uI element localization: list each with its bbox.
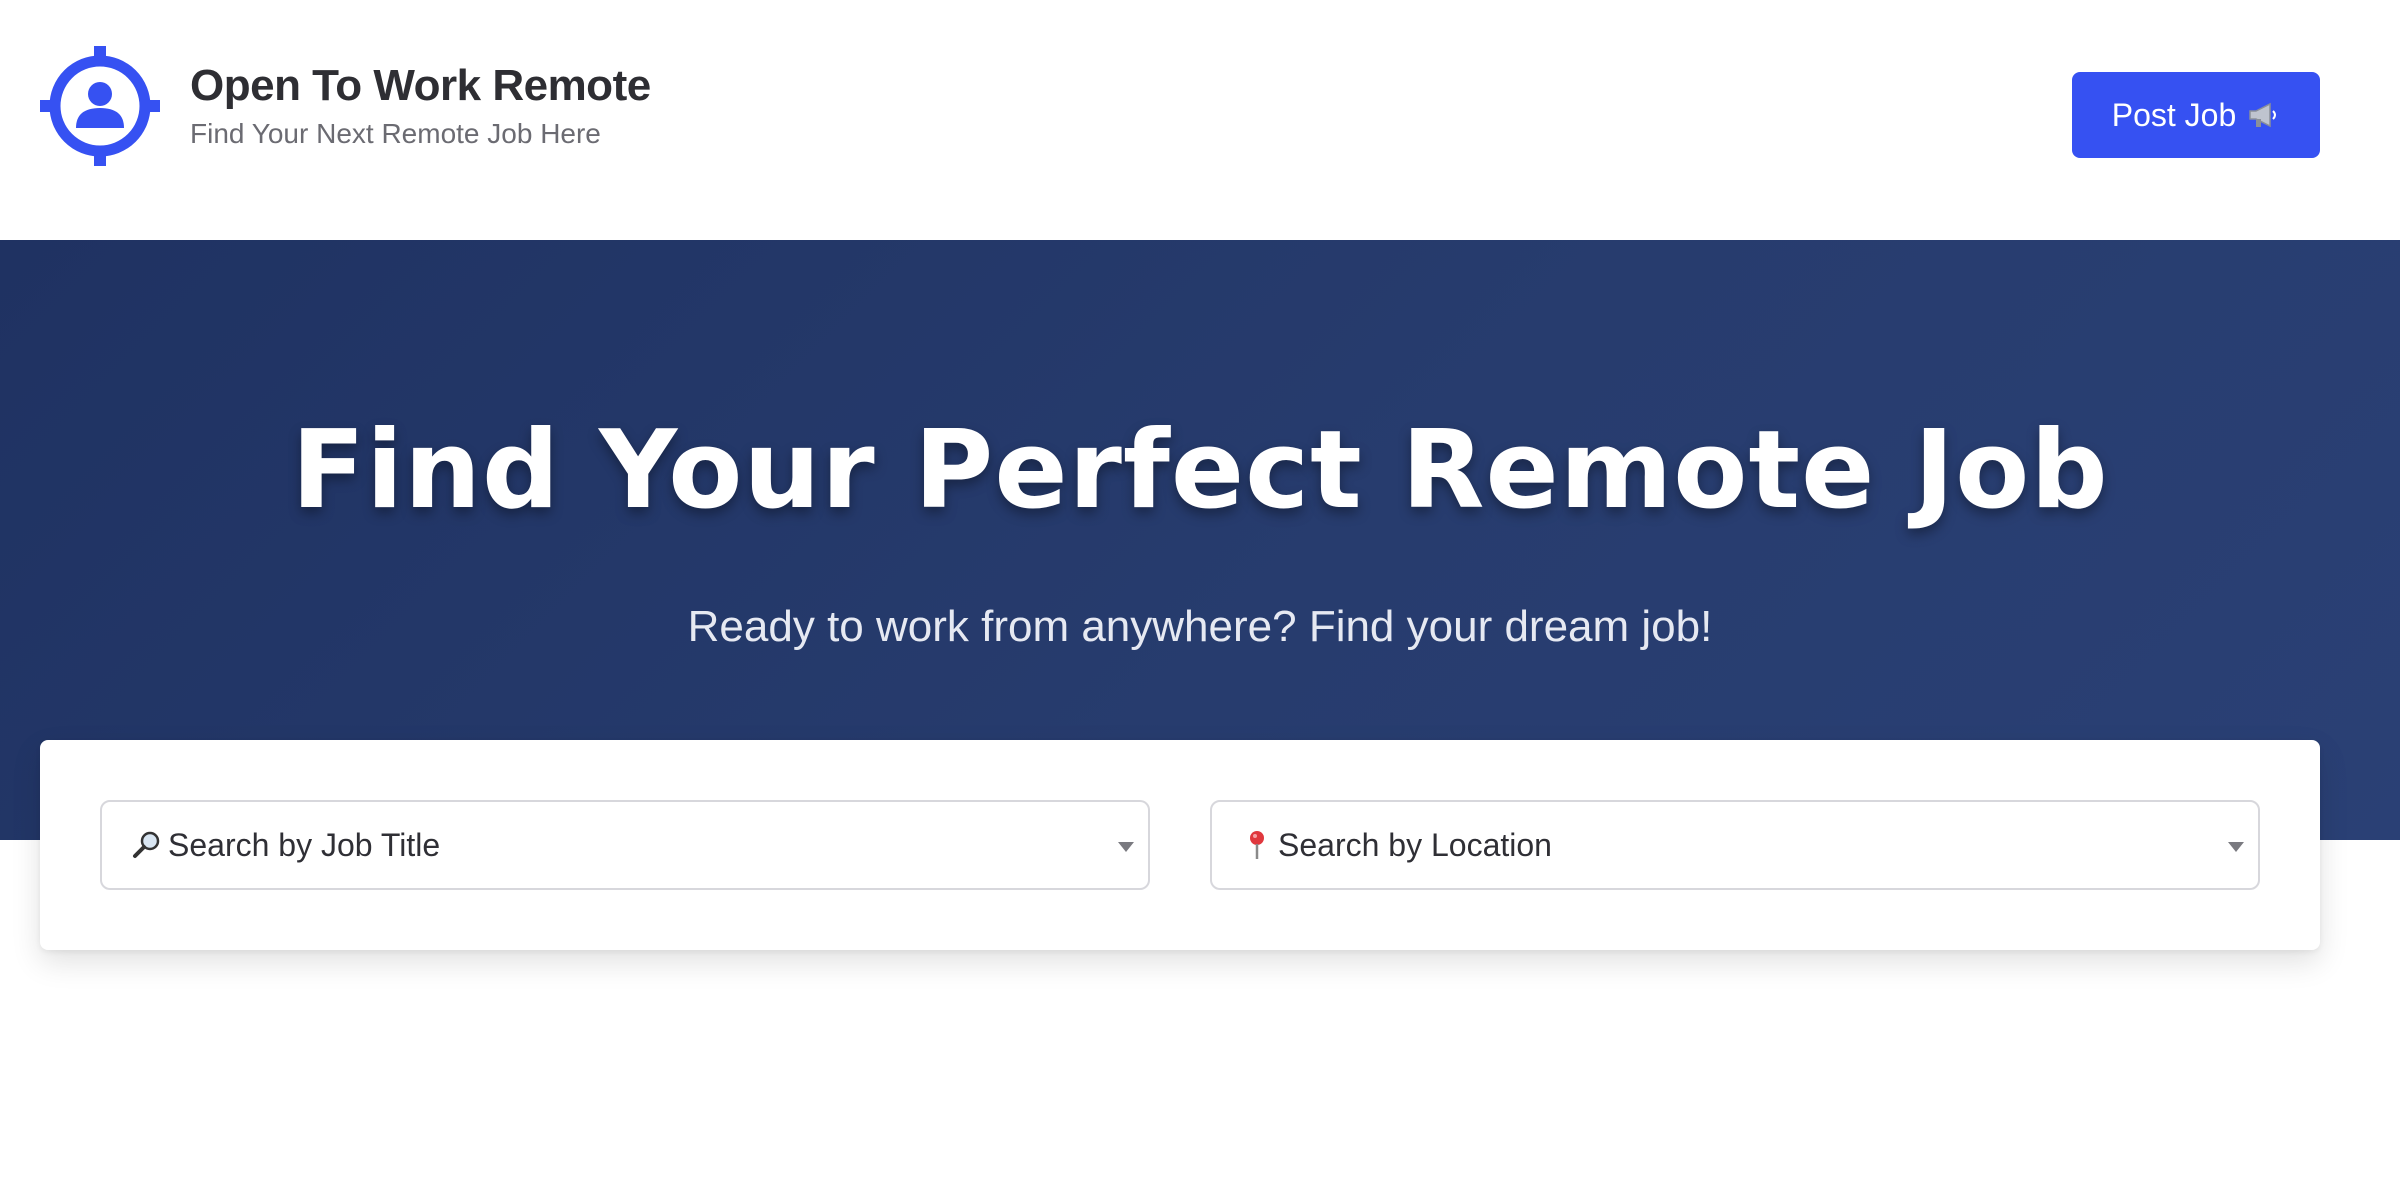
job-title-select[interactable]: Search by Job Title bbox=[100, 800, 1150, 890]
brand-title: Open To Work Remote bbox=[190, 61, 651, 110]
location-select-value: Search by Location bbox=[1278, 826, 1552, 863]
location-select[interactable]: Search by Location bbox=[1210, 800, 2260, 890]
search-card: Search by Job Title Search by Location bbox=[40, 740, 2320, 950]
hero-title: Find Your Perfect Remote Job bbox=[291, 408, 2109, 533]
pin-icon bbox=[1250, 831, 1264, 859]
hero-subtitle: Ready to work from anywhere? Find your d… bbox=[687, 602, 1713, 651]
post-job-button[interactable]: Post Job bbox=[2072, 72, 2320, 158]
brand-subtitle: Find Your Next Remote Job Here bbox=[190, 118, 601, 149]
post-job-label: Post Job bbox=[2111, 96, 2237, 133]
chevron-down-icon bbox=[1118, 842, 1134, 852]
magnifier-icon bbox=[133, 831, 160, 858]
crosshair-person-icon bbox=[40, 46, 160, 166]
site-header: Open To Work Remote Find Your Next Remot… bbox=[0, 0, 2400, 240]
brand[interactable]: Open To Work Remote Find Your Next Remot… bbox=[38, 44, 651, 168]
job-title-select-value: Search by Job Title bbox=[168, 826, 441, 863]
chevron-down-icon bbox=[2228, 842, 2244, 852]
megaphone-icon bbox=[2249, 102, 2277, 128]
